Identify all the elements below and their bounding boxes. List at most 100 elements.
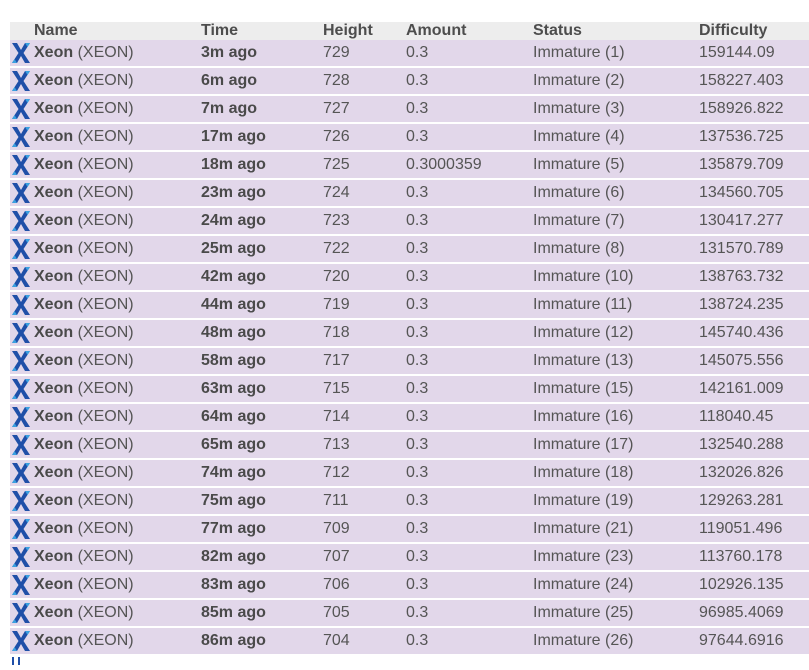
column-header-name[interactable]: Name	[34, 22, 201, 40]
height-cell[interactable]: 726	[323, 124, 406, 152]
coin-name[interactable]: Xeon	[34, 520, 73, 537]
coin-name-cell[interactable]: Xeon (XEON)	[34, 488, 201, 516]
coin-name-cell[interactable]: Xeon (XEON)	[34, 96, 201, 124]
height-cell[interactable]: 715	[323, 376, 406, 404]
height-cell[interactable]: 709	[323, 516, 406, 544]
coin-name[interactable]: Xeon	[34, 212, 73, 229]
coin-name[interactable]: Xeon	[34, 464, 73, 481]
column-header-height[interactable]: Height	[323, 22, 406, 40]
table-row[interactable]: Xeon (XEON) 17m ago 726 0.3 Immature (4)…	[10, 124, 809, 152]
table-row[interactable]: Xeon (XEON) 6m ago 728 0.3 Immature (2) …	[10, 68, 809, 96]
height-cell[interactable]: 729	[323, 40, 406, 68]
coin-name-cell[interactable]: Xeon (XEON)	[34, 124, 201, 152]
table-row[interactable]: Xeon (XEON) 85m ago 705 0.3 Immature (25…	[10, 600, 809, 628]
coin-name[interactable]: Xeon	[34, 408, 73, 425]
height-cell[interactable]: 712	[323, 460, 406, 488]
height-cell[interactable]: 705	[323, 600, 406, 628]
amount-cell: 0.3	[406, 572, 533, 600]
table-row[interactable]: Xeon (XEON) 44m ago 719 0.3 Immature (11…	[10, 292, 809, 320]
coin-name-cell[interactable]: Xeon (XEON)	[34, 628, 201, 656]
coin-name[interactable]: Xeon	[34, 128, 73, 145]
coin-name[interactable]: Xeon	[34, 240, 73, 257]
table-row[interactable]: Xeon (XEON) 25m ago 722 0.3 Immature (8)…	[10, 236, 809, 264]
coin-name-cell[interactable]: Xeon (XEON)	[34, 516, 201, 544]
column-header-status[interactable]: Status	[533, 22, 699, 40]
coin-name[interactable]: Xeon	[34, 604, 73, 621]
table-row[interactable]: Xeon (XEON) 86m ago 704 0.3 Immature (26…	[10, 628, 809, 656]
coin-name-cell[interactable]: Xeon (XEON)	[34, 292, 201, 320]
coin-name[interactable]: Xeon	[34, 268, 73, 285]
coin-name-cell[interactable]: Xeon (XEON)	[34, 348, 201, 376]
coin-icon-cell	[10, 180, 34, 208]
height-cell[interactable]: 711	[323, 488, 406, 516]
coin-name-cell[interactable]: Xeon (XEON)	[34, 152, 201, 180]
height-cell[interactable]: 718	[323, 320, 406, 348]
coin-name-cell[interactable]: Xeon (XEON)	[34, 68, 201, 96]
coin-name-cell[interactable]: Xeon (XEON)	[34, 572, 201, 600]
coin-name-cell[interactable]: Xeon (XEON)	[34, 208, 201, 236]
height-cell[interactable]: 714	[323, 404, 406, 432]
height-cell[interactable]: 728	[323, 68, 406, 96]
table-row[interactable]: Xeon (XEON) 18m ago 725 0.3000359 Immatu…	[10, 152, 809, 180]
status-cell: Immature (1)	[533, 40, 699, 68]
table-row[interactable]: Xeon (XEON) 83m ago 706 0.3 Immature (24…	[10, 572, 809, 600]
coin-name[interactable]: Xeon	[34, 492, 73, 509]
height-cell[interactable]: 719	[323, 292, 406, 320]
column-header-amount[interactable]: Amount	[406, 22, 533, 40]
table-row[interactable]: Xeon (XEON) 65m ago 713 0.3 Immature (17…	[10, 432, 809, 460]
coin-name-cell[interactable]: Xeon (XEON)	[34, 40, 201, 68]
coin-name[interactable]: Xeon	[34, 156, 73, 173]
coin-name-cell[interactable]: Xeon (XEON)	[34, 376, 201, 404]
height-cell[interactable]: 704	[323, 628, 406, 656]
coin-name[interactable]: Xeon	[34, 548, 73, 565]
coin-name[interactable]: Xeon	[34, 296, 73, 313]
height-cell[interactable]: 722	[323, 236, 406, 264]
table-row[interactable]: Xeon (XEON) 23m ago 724 0.3 Immature (6)…	[10, 180, 809, 208]
table-row[interactable]: Xeon (XEON) 58m ago 717 0.3 Immature (13…	[10, 348, 809, 376]
coin-name[interactable]: Xeon	[34, 72, 73, 89]
coin-name[interactable]: Xeon	[34, 352, 73, 369]
coin-name[interactable]: Xeon	[34, 100, 73, 117]
table-row[interactable]: Xeon (XEON) 63m ago 715 0.3 Immature (15…	[10, 376, 809, 404]
coin-name[interactable]: Xeon	[34, 380, 73, 397]
height-cell[interactable]: 725	[323, 152, 406, 180]
coin-name-cell[interactable]: Xeon (XEON)	[34, 600, 201, 628]
difficulty-cell: 97644.6916	[699, 628, 809, 656]
table-row[interactable]: Xeon (XEON) 77m ago 709 0.3 Immature (21…	[10, 516, 809, 544]
coin-name-cell[interactable]: Xeon (XEON)	[34, 180, 201, 208]
table-row[interactable]: Xeon (XEON) 74m ago 712 0.3 Immature (18…	[10, 460, 809, 488]
coin-name-cell[interactable]: Xeon (XEON)	[34, 432, 201, 460]
time-cell: 6m ago	[201, 68, 323, 96]
coin-name[interactable]: Xeon	[34, 184, 73, 201]
table-row[interactable]: Xeon (XEON) 64m ago 714 0.3 Immature (16…	[10, 404, 809, 432]
coin-name-cell[interactable]: Xeon (XEON)	[34, 236, 201, 264]
height-cell[interactable]: 706	[323, 572, 406, 600]
table-row[interactable]: Xeon (XEON) 75m ago 711 0.3 Immature (19…	[10, 488, 809, 516]
table-row[interactable]: Xeon (XEON) 48m ago 718 0.3 Immature (12…	[10, 320, 809, 348]
column-header-time[interactable]: Time	[201, 22, 323, 40]
column-header-difficulty[interactable]: Difficulty	[699, 22, 809, 40]
coin-name[interactable]: Xeon	[34, 576, 73, 593]
height-cell[interactable]: 717	[323, 348, 406, 376]
table-row[interactable]: Xeon (XEON) 82m ago 707 0.3 Immature (23…	[10, 544, 809, 572]
table-row[interactable]: Xeon (XEON) 42m ago 720 0.3 Immature (10…	[10, 264, 809, 292]
height-cell[interactable]: 724	[323, 180, 406, 208]
coin-name-cell[interactable]: Xeon (XEON)	[34, 460, 201, 488]
coin-name-cell[interactable]: Xeon (XEON)	[34, 264, 201, 292]
height-cell[interactable]: 707	[323, 544, 406, 572]
coin-name-cell[interactable]: Xeon (XEON)	[34, 404, 201, 432]
table-row[interactable]: Xeon (XEON) 7m ago 727 0.3 Immature (3) …	[10, 96, 809, 124]
coin-name[interactable]: Xeon	[34, 44, 73, 61]
coin-name[interactable]: Xeon	[34, 436, 73, 453]
table-row[interactable]: Xeon (XEON) 24m ago 723 0.3 Immature (7)…	[10, 208, 809, 236]
table-row[interactable]: Xeon (XEON) 3m ago 729 0.3 Immature (1) …	[10, 40, 809, 68]
coin-name[interactable]: Xeon	[34, 632, 73, 649]
coin-name[interactable]: Xeon	[34, 324, 73, 341]
height-cell[interactable]: 723	[323, 208, 406, 236]
height-cell[interactable]: 720	[323, 264, 406, 292]
coin-name-cell[interactable]: Xeon (XEON)	[34, 544, 201, 572]
height-cell[interactable]: 713	[323, 432, 406, 460]
coin-name-cell[interactable]: Xeon (XEON)	[34, 320, 201, 348]
height-cell[interactable]: 727	[323, 96, 406, 124]
status-cell: Immature (19)	[533, 488, 699, 516]
